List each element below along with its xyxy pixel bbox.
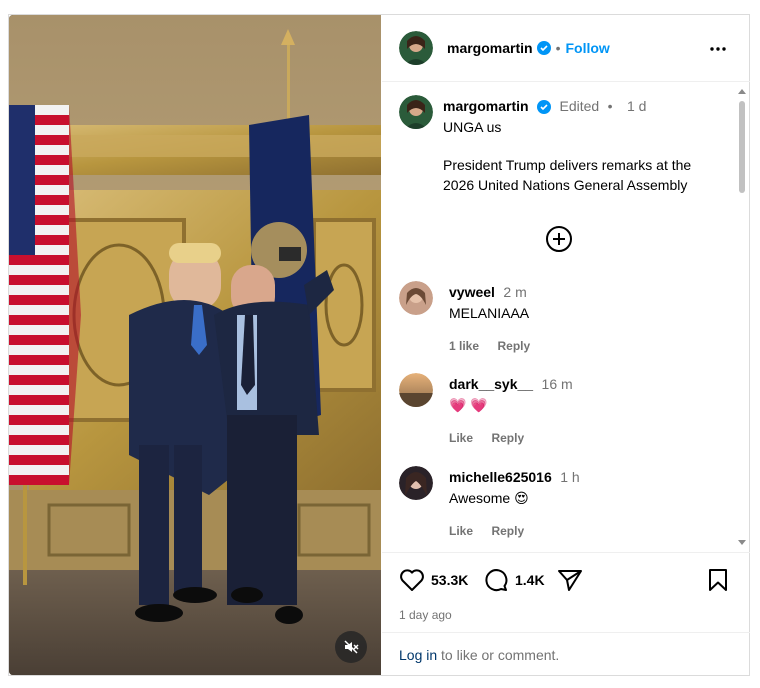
- commenter-avatar[interactable]: [399, 373, 433, 407]
- video-frame-image: [9, 15, 381, 675]
- caption-separator: •: [607, 98, 613, 114]
- load-more-comments-button[interactable]: [545, 225, 573, 253]
- heart-icon: [400, 569, 424, 591]
- speaker-muted-icon: [344, 640, 359, 654]
- comment-reply-button[interactable]: Reply: [491, 431, 524, 445]
- comment-like-button[interactable]: Like: [449, 524, 473, 538]
- comment-username[interactable]: michelle625016: [449, 469, 552, 485]
- verified-badge-icon: [536, 41, 551, 55]
- plus-circle-icon: [546, 226, 572, 252]
- post-video[interactable]: [9, 15, 381, 675]
- login-prompt-text: to like or comment.: [437, 647, 560, 663]
- comment-bubble-icon: [485, 569, 508, 592]
- comment-like-button[interactable]: Like: [449, 431, 473, 445]
- comment-count: 1.4K: [515, 572, 545, 588]
- comment-like-count[interactable]: 1 like: [449, 339, 479, 353]
- comment-item: vyweel 2 m MELANIAAA 1 like Reply: [399, 281, 544, 355]
- caption-username[interactable]: margomartin: [443, 98, 529, 114]
- like-button[interactable]: 53.3K: [399, 568, 468, 592]
- send-icon: [558, 570, 582, 591]
- commenter-avatar[interactable]: [399, 466, 433, 500]
- caption-line-1: UNGA us: [443, 119, 502, 135]
- comment-button[interactable]: 1.4K: [483, 568, 545, 592]
- login-prompt: Log in to like or comment.: [382, 632, 750, 675]
- post-actions: 53.3K 1.4K 1 day ago: [382, 552, 750, 632]
- mute-button[interactable]: [335, 631, 367, 663]
- comment-time[interactable]: 16 m: [542, 376, 573, 392]
- more-options-button[interactable]: [706, 37, 730, 61]
- verified-badge-icon: [537, 99, 552, 114]
- comment-username[interactable]: vyweel: [449, 284, 495, 300]
- edited-label: Edited: [559, 98, 600, 114]
- comment-text: 💗 💗: [449, 397, 488, 413]
- follow-button[interactable]: Follow: [565, 40, 609, 56]
- comments-list[interactable]: margomartin Edited • 1 d UNGA us Preside…: [382, 83, 750, 551]
- comment-username[interactable]: dark__syk__: [449, 376, 533, 392]
- caption-avatar[interactable]: [399, 95, 433, 129]
- post-dialog: margomartin • Follow margomartin Edited …: [8, 14, 750, 676]
- comment-time[interactable]: 2 m: [503, 284, 526, 300]
- comment-time[interactable]: 1 h: [560, 469, 579, 485]
- save-button[interactable]: [707, 568, 729, 592]
- caption-line-3: 2026 United Nations General Assembly: [443, 177, 688, 193]
- caption-line-2: President Trump delivers remarks at the: [443, 157, 692, 173]
- header-separator: •: [555, 40, 561, 56]
- comment-item: michelle625016 1 h Awesome 😍 Like Reply: [399, 466, 580, 540]
- comment-reply-button[interactable]: Reply: [497, 339, 530, 353]
- author-username[interactable]: margomartin: [447, 40, 533, 56]
- author-avatar[interactable]: [399, 31, 433, 65]
- scroll-down-arrow-icon[interactable]: [736, 538, 748, 548]
- login-link[interactable]: Log in: [399, 647, 437, 663]
- comment-text: Awesome 😍: [449, 490, 529, 506]
- commenter-avatar[interactable]: [399, 281, 433, 315]
- comment-text: MELANIAAA: [449, 305, 530, 321]
- caption-time[interactable]: 1 d: [627, 98, 646, 114]
- scrollbar-thumb[interactable]: [739, 101, 745, 193]
- bookmark-icon: [709, 569, 727, 591]
- like-count: 53.3K: [431, 572, 469, 588]
- caption: margomartin Edited • 1 d UNGA us Preside…: [399, 95, 733, 195]
- comment-item: dark__syk__ 16 m 💗 💗 Like Reply: [399, 373, 573, 447]
- post-header: margomartin • Follow: [382, 15, 750, 82]
- scroll-up-arrow-icon[interactable]: [736, 86, 748, 96]
- post-date[interactable]: 1 day ago: [399, 608, 452, 622]
- post-side-panel: margomartin • Follow margomartin Edited …: [382, 15, 750, 675]
- share-button[interactable]: [557, 568, 583, 592]
- more-options-icon: [710, 47, 726, 51]
- comment-reply-button[interactable]: Reply: [491, 524, 524, 538]
- comments-scrollbar[interactable]: [736, 83, 748, 551]
